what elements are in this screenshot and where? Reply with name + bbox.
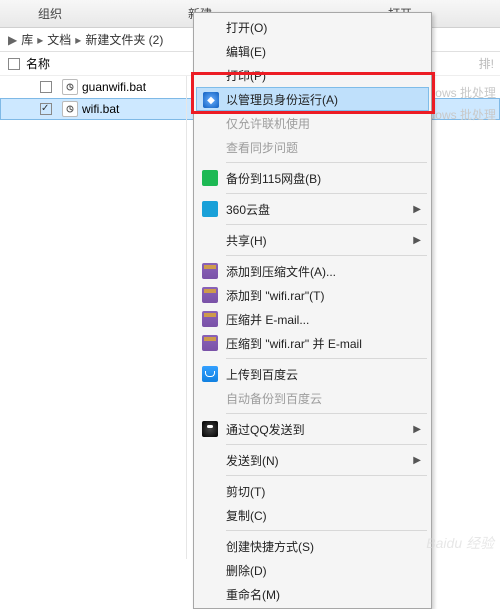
menu-separator (226, 530, 427, 531)
row-checkbox[interactable] (40, 81, 52, 93)
bat-file-icon (62, 101, 78, 117)
menu-rename[interactable]: 重命名(M) (196, 582, 429, 606)
menu-rar-email[interactable]: 压缩并 E-mail... (196, 307, 429, 331)
chevron-right-icon: ▶ (8, 33, 17, 47)
menu-only-online: 仅允许联机使用 (196, 111, 429, 135)
menu-separator (226, 255, 427, 256)
menu-delete[interactable]: 删除(D) (196, 558, 429, 582)
breadcrumb-folder[interactable]: 新建文件夹 (2) (85, 31, 163, 48)
file-name: wifi.bat (82, 102, 119, 116)
menu-copy[interactable]: 复制(C) (196, 503, 429, 527)
menu-edit[interactable]: 编辑(E) (196, 39, 429, 63)
column-divider (186, 76, 187, 559)
winrar-icon (202, 335, 218, 351)
winrar-icon (202, 311, 218, 327)
shield-icon: ◆ (203, 92, 219, 108)
menu-separator (226, 444, 427, 445)
menu-360-cloud[interactable]: 360云盘▶ (196, 197, 429, 221)
menu-create-shortcut[interactable]: 创建快捷方式(S) (196, 534, 429, 558)
column-name[interactable]: 名称 (26, 55, 50, 72)
breadcrumb-docs[interactable]: 文档 (47, 31, 71, 48)
menu-print[interactable]: 打印(P) (196, 63, 429, 87)
winrar-icon (202, 263, 218, 279)
watermark: Baidu 经验 (426, 533, 494, 553)
select-all-checkbox[interactable] (8, 58, 20, 70)
menu-baidu-upload[interactable]: 上传到百度云 (196, 362, 429, 386)
submenu-arrow-icon: ▶ (413, 455, 421, 466)
menu-send-to[interactable]: 发送到(N)▶ (196, 448, 429, 472)
context-menu: 打开(O) 编辑(E) 打印(P) ◆ 以管理员身份运行(A) 仅允许联机使用 … (193, 12, 432, 609)
submenu-arrow-icon: ▶ (413, 424, 421, 435)
360-icon (202, 201, 218, 217)
menu-separator (226, 413, 427, 414)
menu-separator (226, 193, 427, 194)
menu-backup-115[interactable]: 备份到115网盘(B) (196, 166, 429, 190)
breadcrumb-lib[interactable]: 库 (21, 31, 33, 48)
menu-rar-add-wifi[interactable]: 添加到 "wifi.rar"(T) (196, 283, 429, 307)
row-checkbox[interactable] (40, 103, 52, 115)
submenu-arrow-icon: ▶ (413, 235, 421, 246)
menu-run-as-admin[interactable]: ◆ 以管理员身份运行(A) (196, 87, 429, 111)
menu-separator (226, 475, 427, 476)
menu-share[interactable]: 共享(H)▶ (196, 228, 429, 252)
menu-qq-send[interactable]: 通过QQ发送到▶ (196, 417, 429, 441)
bat-file-icon (62, 79, 78, 95)
baidu-cloud-icon (202, 366, 218, 382)
menu-separator (226, 224, 427, 225)
menu-baidu-auto: 自动备份到百度云 (196, 386, 429, 410)
submenu-arrow-icon: ▶ (413, 204, 421, 215)
menu-cut[interactable]: 剪切(T) (196, 479, 429, 503)
qq-icon (202, 421, 218, 437)
115-icon (202, 170, 218, 186)
menu-separator (226, 162, 427, 163)
file-name: guanwifi.bat (82, 80, 146, 94)
menu-sync-issues: 查看同步问题 (196, 135, 429, 159)
menu-open[interactable]: 打开(O) (196, 15, 429, 39)
chevron-right-icon: ▸ (37, 33, 43, 47)
menu-rar-email-wifi[interactable]: 压缩到 "wifi.rar" 并 E-mail (196, 331, 429, 355)
winrar-icon (202, 287, 218, 303)
chevron-right-icon: ▸ (75, 33, 81, 47)
organize-menu[interactable]: 组织 (0, 0, 100, 28)
menu-separator (226, 358, 427, 359)
sort-badge: 排! (479, 55, 494, 72)
menu-rar-add[interactable]: 添加到压缩文件(A)... (196, 259, 429, 283)
